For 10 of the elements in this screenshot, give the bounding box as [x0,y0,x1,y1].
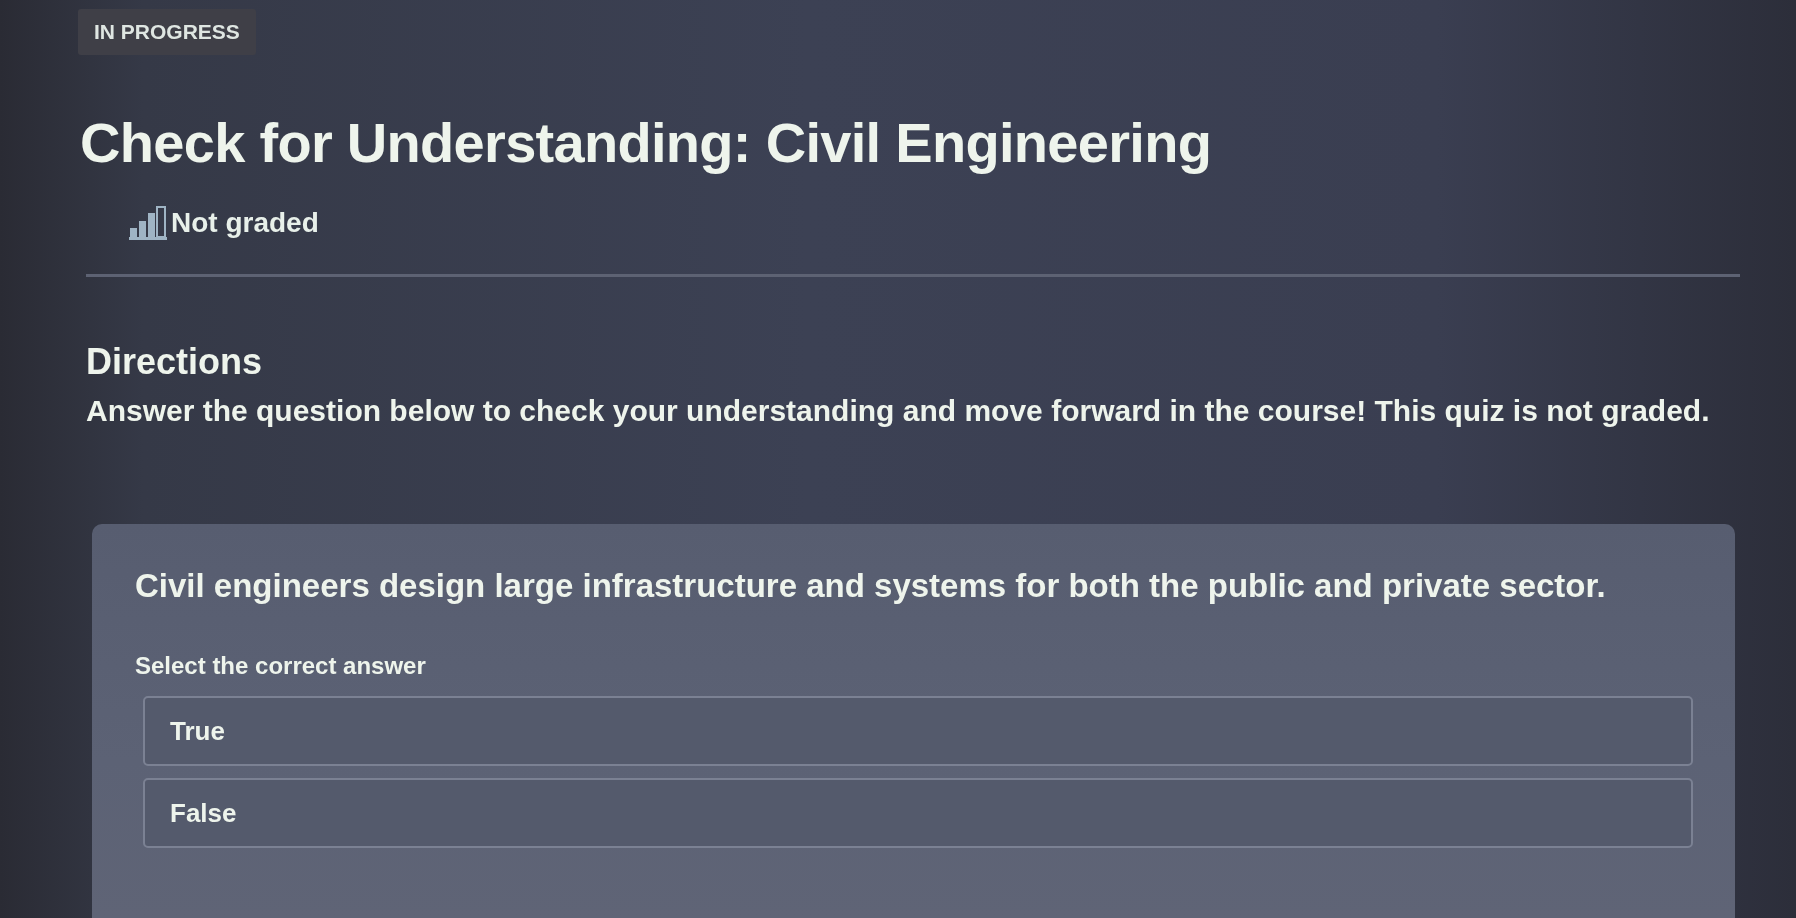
directions-text: Answer the question below to check your understanding and move forward in the course! This quiz is not graded. [86,393,1710,429]
status-badge: IN PROGRESS [78,9,256,55]
answer-instruction: Select the correct answer [135,651,426,681]
answer-option[interactable]: False [143,778,1693,848]
question-text: Civil engineers design large infrastructure and systems for both the public and private sector. [135,566,1606,606]
grading-status: Not graded [171,206,319,240]
page-title: Check for Understanding: Civil Engineering [80,110,1212,176]
answer-option[interactable]: True [143,696,1693,766]
directions-heading: Directions [86,341,263,383]
bar-chart-icon [129,206,167,240]
